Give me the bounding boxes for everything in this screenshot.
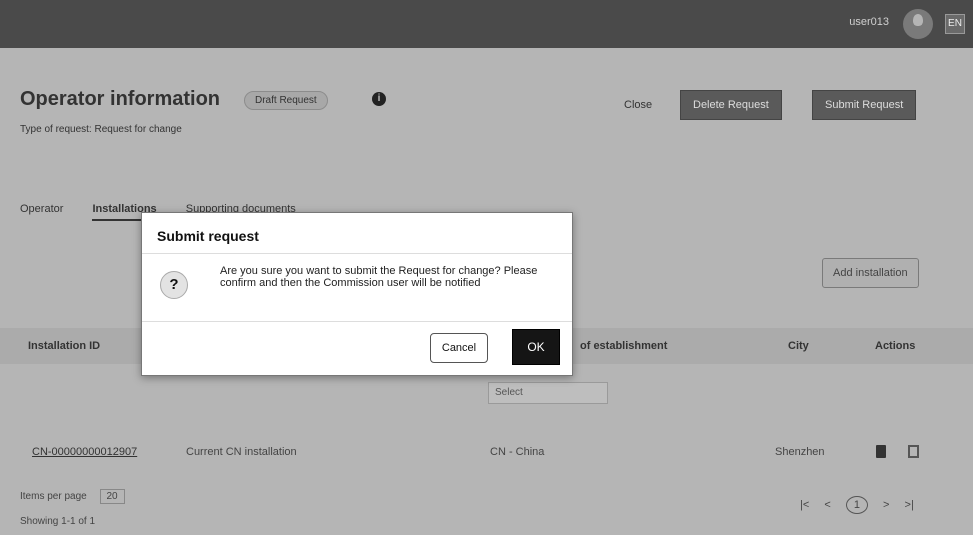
installation-country: CN - China [490, 446, 545, 458]
installation-id-link[interactable]: CN-00000000012907 [32, 446, 137, 458]
submit-request-button[interactable]: Submit Request [812, 90, 917, 120]
trash-icon[interactable] [876, 445, 886, 458]
ok-button[interactable]: OK [512, 329, 560, 365]
filter-row: Select [0, 378, 973, 408]
language-selector[interactable]: EN [945, 14, 965, 34]
close-button[interactable]: Close [616, 92, 660, 118]
current-page[interactable]: 1 [845, 496, 868, 514]
pagination: |< < 1 > >| [800, 496, 926, 514]
last-page-icon[interactable]: >| [905, 499, 914, 511]
country-filter[interactable]: Select [488, 382, 608, 404]
user-name[interactable]: user013 [849, 16, 889, 28]
prev-page-icon[interactable]: < [824, 499, 830, 511]
delete-request-button[interactable]: Delete Request [680, 90, 782, 120]
request-type: Type of request: Request for change [20, 124, 182, 135]
dialog-message: Are you sure you want to submit the Requ… [220, 265, 538, 289]
dialog-title: Submit request [157, 228, 259, 244]
items-per-page-label: Items per page [20, 491, 87, 502]
divider [142, 321, 572, 322]
divider [142, 253, 572, 254]
first-page-icon[interactable]: |< [800, 499, 809, 511]
question-icon: ? [160, 271, 188, 299]
submit-request-dialog: Submit request ? Are you sure you want t… [141, 212, 573, 376]
info-icon[interactable]: i [372, 92, 386, 106]
items-per-page: Items per page 20 [20, 489, 125, 504]
top-bar: user013 EN [0, 0, 973, 48]
column-actions: Actions [875, 340, 916, 352]
showing-count: Showing 1-1 of 1 [20, 516, 96, 527]
column-city[interactable]: City [788, 340, 809, 352]
cancel-button[interactable]: Cancel [430, 333, 488, 363]
table-row: CN-00000000012907 Current CN installatio… [0, 438, 973, 468]
avatar[interactable] [903, 9, 933, 39]
copy-icon[interactable] [908, 445, 919, 458]
add-installation-button[interactable]: Add installation [822, 258, 919, 288]
next-page-icon[interactable]: > [883, 499, 889, 511]
status-badge: Draft Request [244, 91, 328, 110]
tab-operator[interactable]: Operator [20, 203, 63, 219]
installation-name: Current CN installation [186, 446, 297, 458]
page-title: Operator information [20, 88, 221, 110]
installation-city: Shenzhen [775, 446, 825, 458]
items-per-page-select[interactable]: 20 [99, 489, 125, 504]
column-installation-id[interactable]: Installation ID [28, 340, 100, 352]
column-establishment[interactable]: of establishment [580, 340, 667, 352]
